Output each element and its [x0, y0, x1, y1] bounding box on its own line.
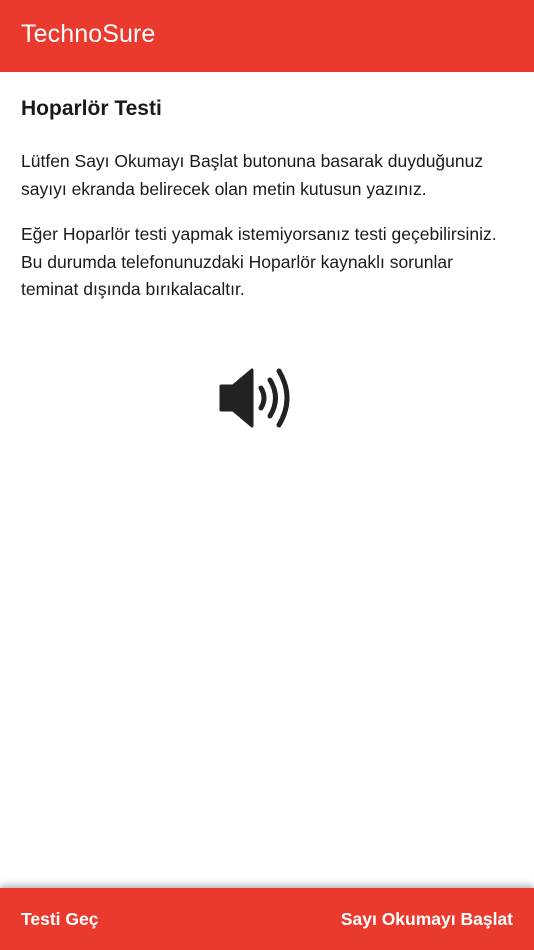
- instruction-text: Lütfen Sayı Okumayı Başlat butonuna basa…: [21, 151, 484, 199]
- app-title: TechnoSure: [21, 19, 156, 48]
- skip-test-button[interactable]: Testi Geç: [21, 909, 99, 930]
- skip-info-text: Eğer Hoparlör testi yapmak istemiyorsanı…: [21, 224, 497, 299]
- app-bar: TechnoSure: [0, 0, 534, 72]
- speaker-test-screen: TechnoSure Hoparlör Testi Lütfen Sayı Ok…: [0, 0, 534, 950]
- page-title: Hoparlör Testi: [21, 97, 162, 120]
- speaker-volume-icon: [219, 366, 295, 430]
- main-content: Hoparlör Testi Lütfen Sayı Okumayı Başla…: [21, 94, 513, 322]
- start-reading-button[interactable]: Sayı Okumayı Başlat: [341, 909, 513, 930]
- bottom-action-bar: Testi Geç Sayı Okumayı Başlat: [0, 888, 534, 950]
